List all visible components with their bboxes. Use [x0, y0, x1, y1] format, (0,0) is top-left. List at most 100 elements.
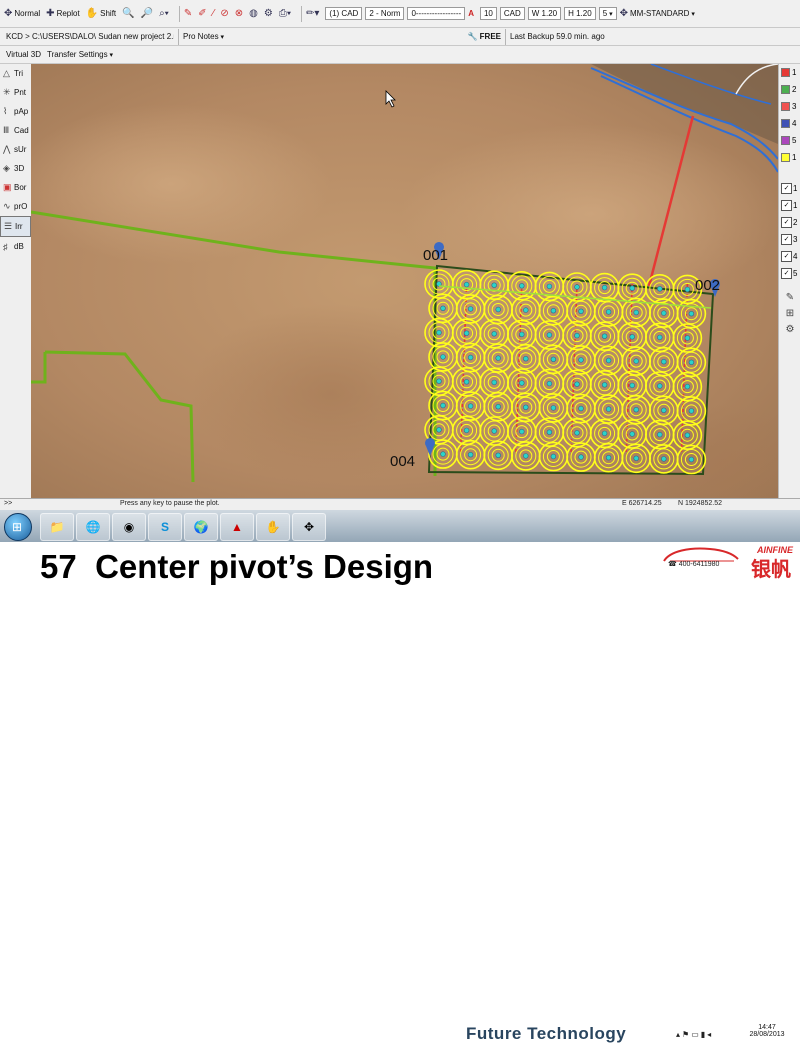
virtual-3d-menu[interactable]: Virtual 3D [6, 50, 41, 59]
pen-style-button[interactable]: ✏▾ [306, 8, 319, 19]
tool-db[interactable]: ♯ dB [0, 237, 31, 256]
center-pivot [593, 345, 624, 376]
center-pivot [617, 321, 648, 352]
visibility-check[interactable]: ✓ 2 [779, 214, 800, 231]
clock-date: 28/08/2013 [749, 1031, 785, 1038]
point-label-004: 004 [390, 453, 415, 470]
visibility-check[interactable]: ✓ 5 [779, 265, 800, 282]
layer-item[interactable]: 1 [779, 149, 800, 166]
center-pivot [644, 322, 675, 353]
height-field[interactable]: H 1.20 [564, 7, 596, 20]
visibility-check[interactable]: ✓ 3 [779, 231, 800, 248]
terrain-patch [401, 124, 778, 304]
measure-button[interactable]: ✎ [779, 292, 800, 308]
cad-layer-select[interactable]: (1) CAD [325, 7, 363, 20]
settings-button[interactable]: ⚙ [264, 8, 273, 19]
taskbar-browser[interactable]: 🌐 [76, 513, 110, 541]
line-pattern-select[interactable]: 0----------------- [407, 7, 466, 20]
zoom-out-button[interactable]: 🔎 [141, 8, 153, 19]
center-pivot [676, 396, 707, 426]
center-pivot [589, 369, 620, 400]
layer-item[interactable]: 5 [779, 132, 800, 149]
tool-sur[interactable]: ⋀ sUr [0, 140, 31, 159]
visibility-check[interactable]: ✓ 1 [779, 197, 800, 214]
system-tray[interactable]: ▴⚑▭▮◂ [676, 1030, 713, 1039]
style-select[interactable]: ✥ MM-STANDARD [620, 8, 695, 19]
taskbar-app[interactable]: ✋ [256, 513, 290, 541]
center-pivot [562, 320, 592, 351]
center-pivot [451, 269, 482, 300]
center-pivot [483, 294, 514, 325]
pro-notes-menu[interactable]: Pro Notes [183, 32, 224, 41]
visibility-check[interactable]: ✓ 4 [779, 248, 800, 265]
globe-icon: 🌐 [85, 520, 101, 534]
tool-3d[interactable]: ◈ 3D [0, 159, 31, 178]
folder-icon: 📁 [49, 520, 65, 534]
pipe-icon: ⌇ [3, 106, 8, 116]
layer-item[interactable]: 3 [779, 98, 800, 115]
northing-readout: N 1924852.52 [678, 500, 722, 507]
tool-bor[interactable]: ▣ Bor [0, 178, 31, 197]
center-pivot [621, 443, 652, 474]
survey-icon: ⋀ [3, 144, 11, 154]
center-pivot [506, 368, 537, 398]
line-type-select[interactable]: 2 - Norm [365, 7, 405, 20]
erase-button[interactable]: ⊘ [220, 8, 228, 19]
cad-text-field[interactable]: CAD [499, 7, 525, 20]
mark-icon: ⊗ [234, 8, 244, 19]
tool-pap[interactable]: ⌇ pAp [0, 102, 31, 121]
number-select[interactable]: 5 [598, 7, 617, 20]
visibility-check[interactable]: ✓ 1 [779, 180, 800, 197]
text-button[interactable]: A [468, 9, 474, 18]
grid-icon: ⊞ [785, 308, 795, 319]
normal-button[interactable]: ✥ Normal [4, 8, 40, 19]
taskbar-pdf[interactable]: ▲ [220, 513, 254, 541]
center-pivot [428, 342, 458, 372]
layer-item[interactable]: 2 [779, 81, 800, 98]
line-button[interactable]: ⁄ [213, 8, 215, 19]
zoom-window-button[interactable]: ⌕▾ [159, 8, 169, 19]
center-pivot [483, 440, 514, 471]
tool-pro[interactable]: ∿ prO [0, 197, 31, 216]
width-field[interactable]: W 1.20 [527, 7, 562, 20]
map-svg[interactable]: 001 002 004 [31, 64, 778, 498]
layer-item[interactable]: 1 [779, 64, 800, 81]
mark-button[interactable]: ⊗ [235, 8, 243, 19]
center-pivot [621, 346, 652, 376]
taskbar-earth[interactable]: 🌍 [184, 513, 218, 541]
snap-button[interactable]: ◍ [249, 8, 258, 19]
grid-button[interactable]: ⊞ [779, 308, 800, 324]
layer-item[interactable]: 4 [779, 115, 800, 132]
expand-toggle[interactable]: >> [4, 500, 12, 507]
line-icon: ⁄ [212, 8, 215, 19]
map-canvas[interactable]: 001 002 004 [31, 64, 778, 498]
center-pivot [562, 369, 592, 400]
draw-button[interactable]: ✎ [184, 8, 192, 19]
start-button[interactable]: ⊞ [4, 513, 32, 541]
tool-tri[interactable]: △ Tri [0, 64, 31, 83]
taskbar-clock[interactable]: 14:47 28/08/2013 [742, 1024, 792, 1038]
pencil-icon: ✎ [785, 292, 795, 303]
pencil-button[interactable]: ✐ [198, 8, 206, 19]
tool-cad[interactable]: Ⅲ Cad [0, 121, 31, 140]
center-pivot [566, 296, 596, 327]
transfer-settings-menu[interactable]: Transfer Settings [47, 50, 113, 59]
center-pivot [676, 298, 707, 329]
layer-settings-button[interactable]: ⚙ [779, 324, 800, 340]
zoom-in-button[interactable]: 🔍 [122, 8, 134, 19]
print-button[interactable]: ⎙▾ [279, 8, 291, 19]
clock-time: 14:47 [758, 1024, 776, 1031]
replot-button[interactable]: ✚ Replot [46, 8, 80, 19]
shift-button[interactable]: ✋ Shift [86, 8, 116, 19]
center-pivot [566, 393, 596, 424]
taskbar-chrome[interactable]: ◉ [112, 513, 146, 541]
tool-irr[interactable]: ☰ Irr [0, 216, 31, 237]
layer-swatch [781, 119, 790, 128]
center-pivot [424, 317, 454, 348]
taskbar-skype[interactable]: S [148, 513, 182, 541]
tool-pnt[interactable]: ✳ Pnt [0, 83, 31, 102]
taskbar-explorer[interactable]: 📁 [40, 513, 74, 541]
taskbar-cad[interactable]: ✥ [292, 513, 326, 541]
slide-caption: 57 Center pivot’s Design [40, 548, 433, 586]
text-size-field[interactable]: 10 [479, 7, 497, 20]
